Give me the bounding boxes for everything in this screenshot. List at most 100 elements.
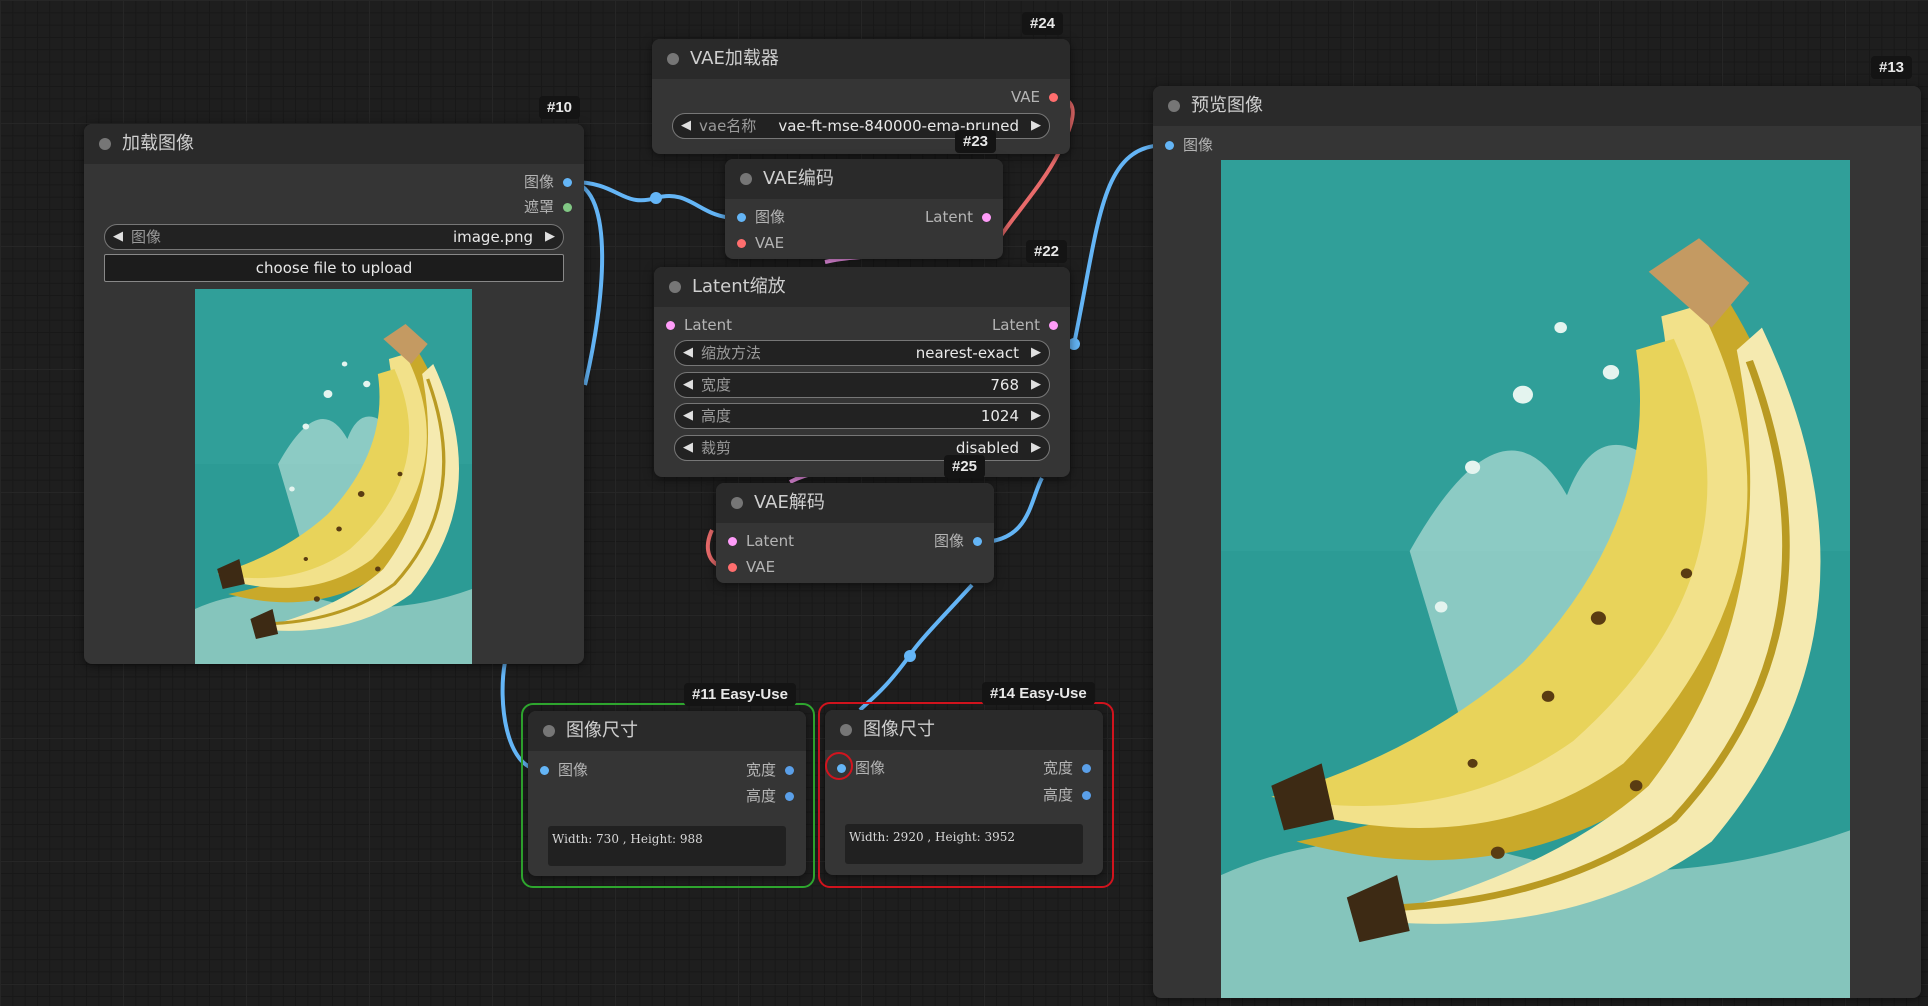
output-dot-icon[interactable] [982, 213, 991, 222]
size-info-text[interactable]: Width: 2920 , Height: 3952 [845, 824, 1083, 864]
right-arrow-icon[interactable]: ▶ [1031, 341, 1041, 365]
load-image-node[interactable]: 加载图像 图像 遮罩 ◀ 图像 image.png ▶ choose file … [84, 124, 584, 664]
widget-label: 高度 [701, 407, 732, 425]
node-id-badge: #24 [1022, 12, 1064, 35]
output-dot-icon[interactable] [563, 203, 572, 212]
output-width-slot[interactable]: 宽度 [1043, 759, 1091, 777]
left-arrow-icon[interactable]: ◀ [683, 373, 693, 397]
collapse-dot-icon[interactable] [840, 724, 852, 736]
node-title-text: 图像尺寸 [566, 720, 638, 741]
right-arrow-icon[interactable]: ▶ [1031, 404, 1041, 428]
node-title-text: 预览图像 [1191, 95, 1263, 116]
output-dot-icon[interactable] [1082, 764, 1091, 773]
node-title[interactable]: VAE加载器 [652, 39, 1070, 79]
size-info-text[interactable]: Width: 730 , Height: 988 [548, 826, 786, 866]
output-mask-slot[interactable]: 遮罩 [523, 198, 572, 216]
node-title-text: VAE加载器 [690, 48, 779, 69]
width-widget[interactable]: ◀ 宽度 768 ▶ [674, 372, 1050, 398]
left-arrow-icon[interactable]: ◀ [683, 341, 693, 365]
left-arrow-icon[interactable]: ◀ [683, 436, 693, 460]
collapse-dot-icon[interactable] [1168, 100, 1180, 112]
collapse-dot-icon[interactable] [99, 138, 111, 150]
node-title[interactable]: Latent缩放 [654, 267, 1070, 307]
vae-loader-node[interactable]: VAE加载器 VAE ◀ vae名称 vae-ft-mse-840000-ema… [652, 39, 1070, 154]
output-height-slot[interactable]: 高度 [1042, 786, 1091, 804]
widget-label: vae名称 [699, 117, 757, 135]
right-arrow-icon[interactable]: ▶ [1031, 436, 1041, 460]
node-title-text: VAE解码 [754, 492, 825, 513]
output-dot-icon[interactable] [1082, 791, 1091, 800]
output-height-slot[interactable]: 高度 [746, 787, 794, 805]
wire-decode-to-size-14 [858, 583, 974, 712]
input-dot-icon[interactable] [666, 321, 675, 330]
image-preview-thumbnail [195, 289, 472, 664]
widget-label: 宽度 [701, 376, 732, 394]
right-arrow-icon[interactable]: ▶ [1031, 373, 1041, 397]
upscale-method-widget[interactable]: ◀ 缩放方法 nearest-exact ▶ [674, 340, 1050, 366]
slot-label: Latent [746, 532, 795, 550]
output-latent-slot[interactable]: Latent [925, 208, 991, 226]
collapse-dot-icon[interactable] [731, 497, 743, 509]
input-dot-icon[interactable] [1165, 141, 1174, 150]
collapse-dot-icon[interactable] [667, 53, 679, 65]
latent-upscale-node[interactable]: Latent缩放 Latent Latent ◀ 缩放方法 nearest-ex… [654, 267, 1070, 477]
right-arrow-icon[interactable]: ▶ [545, 225, 555, 249]
input-dot-icon[interactable] [728, 537, 737, 546]
vae-decode-node[interactable]: VAE解码 Latent VAE 图像 [716, 483, 994, 583]
output-latent-slot[interactable]: Latent [992, 316, 1058, 334]
node-id-badge: #25 [944, 455, 986, 478]
output-dot-icon[interactable] [973, 537, 982, 546]
input-vae-slot[interactable]: VAE [737, 234, 784, 252]
input-image-slot[interactable]: 图像 [540, 761, 589, 779]
right-arrow-icon[interactable]: ▶ [1031, 114, 1041, 138]
wire-image-to-vae-encode [571, 180, 737, 220]
output-image-slot[interactable]: 图像 [934, 532, 982, 550]
output-width-slot[interactable]: 宽度 [746, 761, 794, 779]
input-dot-icon[interactable] [540, 766, 549, 775]
input-latent-slot[interactable]: Latent [666, 316, 732, 334]
slot-label: 图像 [558, 761, 589, 779]
node-title[interactable]: VAE编码 [725, 159, 1003, 199]
input-dot-icon[interactable] [737, 239, 746, 248]
preview-image-node[interactable]: 预览图像 图像 [1153, 86, 1921, 998]
left-arrow-icon[interactable]: ◀ [683, 404, 693, 428]
left-arrow-icon[interactable]: ◀ [113, 225, 123, 249]
node-title[interactable]: 预览图像 [1153, 86, 1921, 126]
input-image-slot[interactable]: 图像 [837, 759, 885, 777]
collapse-dot-icon[interactable] [740, 173, 752, 185]
collapse-dot-icon[interactable] [543, 725, 555, 737]
output-vae-slot[interactable]: VAE [1011, 88, 1058, 106]
input-vae-slot[interactable]: VAE [728, 558, 776, 576]
output-dot-icon[interactable] [563, 178, 572, 187]
image-combo-widget[interactable]: ◀ 图像 image.png ▶ [104, 224, 564, 250]
input-dot-icon[interactable] [737, 213, 746, 222]
input-dot-icon[interactable] [728, 563, 737, 572]
left-arrow-icon[interactable]: ◀ [681, 114, 691, 138]
collapse-dot-icon[interactable] [669, 281, 681, 293]
node-id-badge: #10 [539, 96, 581, 119]
input-image-slot[interactable]: 图像 [737, 208, 785, 226]
node-title[interactable]: 图像尺寸 [825, 710, 1103, 750]
output-image-slot[interactable]: 图像 [524, 173, 572, 191]
output-dot-icon[interactable] [1049, 93, 1058, 102]
input-image-slot[interactable]: 图像 [1165, 136, 1214, 154]
crop-widget[interactable]: ◀ 裁剪 disabled ▶ [674, 435, 1050, 461]
node-id-badge: #22 [1026, 240, 1068, 263]
slot-label: 高度 [1042, 786, 1073, 804]
output-dot-icon[interactable] [1049, 321, 1058, 330]
node-title[interactable]: VAE解码 [716, 483, 994, 523]
height-widget[interactable]: ◀ 高度 1024 ▶ [674, 403, 1050, 429]
node-title[interactable]: 图像尺寸 [528, 711, 806, 751]
output-dot-icon[interactable] [785, 792, 794, 801]
slot-label: 遮罩 [523, 198, 554, 216]
slot-label: 图像 [1183, 136, 1214, 154]
image-size-node-11[interactable]: 图像尺寸 图像 宽度 高度 Width: 730 , Height: 988 [528, 711, 806, 876]
output-dot-icon[interactable] [785, 766, 794, 775]
vae-encode-node[interactable]: VAE编码 图像 VAE Latent [725, 159, 1003, 259]
input-latent-slot[interactable]: Latent [728, 532, 795, 550]
upload-button[interactable]: choose file to upload [104, 254, 564, 282]
image-size-node-14[interactable]: 图像尺寸 图像 宽度 高度 Width: 2920 , Height: 3952 [825, 710, 1103, 875]
image-preview-output [1221, 160, 1850, 998]
slot-label: VAE [746, 558, 776, 576]
node-title[interactable]: 加载图像 [84, 124, 584, 164]
